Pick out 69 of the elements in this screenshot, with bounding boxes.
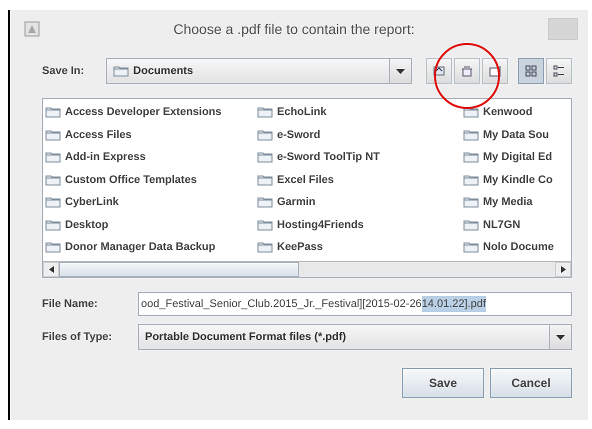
folder-icon — [257, 241, 273, 254]
app-icon — [24, 21, 40, 37]
list-view-icon-button[interactable] — [518, 58, 544, 84]
save-in-label: Save In: — [42, 64, 86, 79]
save-button[interactable]: Save — [402, 368, 484, 398]
folder-item[interactable]: NL7GN — [463, 214, 569, 236]
folder-icon — [257, 106, 273, 118]
left-arrow-icon — [48, 266, 54, 273]
folder-item[interactable]: e-Sword ToolTip NT — [257, 146, 463, 168]
file-name-field[interactable]: ood_Festival_Senior_Club.2015_Jr._Festival][2015-02-2614.01.22].pdf — [138, 292, 572, 316]
file-type-label: Files of Type: — [42, 330, 114, 345]
folder-icon — [463, 106, 479, 118]
folder-icon — [257, 128, 273, 141]
list-view-icon — [524, 64, 538, 78]
folder-item[interactable]: EchoLink — [257, 101, 463, 124]
folder-icon — [45, 174, 61, 186]
file-name-label: File Name: — [42, 296, 99, 312]
up-folder-icon-button[interactable] — [426, 58, 452, 84]
folder-icon — [463, 128, 479, 141]
folder-icon — [463, 196, 479, 208]
cancel-button[interactable]: Cancel — [490, 368, 572, 398]
folder-icon — [257, 196, 273, 208]
folder-item[interactable]: Add-in Express — [45, 146, 257, 168]
folder-icon — [463, 218, 479, 231]
folder-icon — [45, 196, 61, 208]
folder-icon — [45, 128, 61, 141]
folder-item[interactable]: Desktop — [45, 214, 257, 236]
folder-item[interactable]: KeePass — [257, 236, 463, 258]
folder-icon — [257, 174, 273, 186]
folder-icon — [257, 151, 273, 164]
window-title: Choose a .pdf file to contain the report: — [172, 20, 416, 39]
folder-item[interactable]: Custom Office Templates — [45, 168, 257, 191]
details-view-icon — [552, 64, 566, 78]
folder-icon — [257, 218, 273, 231]
folder-item[interactable]: My Media — [463, 191, 569, 214]
folder-icon — [45, 241, 61, 254]
folder-item[interactable]: Excel Files — [257, 168, 463, 191]
folder-item[interactable]: Nolo Docume — [463, 236, 569, 258]
up-folder-icon — [432, 64, 446, 78]
folder-item[interactable]: e-Sword — [257, 124, 463, 146]
folder-item[interactable]: Garmin — [257, 191, 463, 214]
folder-icon — [463, 241, 479, 254]
folder-icon — [113, 65, 130, 77]
folder-item[interactable]: My Kindle Co — [463, 168, 569, 191]
file-type-dropdown[interactable]: Portable Document Format files (*.pdf) — [138, 324, 572, 350]
dropdown-arrow-icon — [556, 334, 565, 340]
folder-icon — [463, 151, 479, 164]
folder-item[interactable]: My Data Sou — [463, 124, 569, 146]
folder-item[interactable]: Access Files — [45, 124, 257, 146]
right-arrow-icon — [560, 266, 566, 273]
scroll-thumb[interactable] — [59, 262, 299, 277]
save-in-dropdown[interactable]: Documents — [106, 58, 412, 84]
folder-icon — [45, 106, 61, 118]
dropdown-arrow-icon — [396, 68, 405, 74]
folder-icon — [45, 151, 61, 164]
scroll-right-button[interactable] — [555, 262, 571, 277]
folder-item[interactable]: Kenwood — [463, 101, 569, 124]
folder-item[interactable]: Donor Manager Data Backup — [45, 236, 257, 258]
folder-icon — [45, 218, 61, 231]
annotation-circle — [434, 43, 500, 109]
folder-item[interactable]: My Digital Ed — [463, 146, 569, 168]
horizontal-scrollbar[interactable] — [43, 261, 571, 277]
folder-item[interactable]: Hosting4Friends — [257, 214, 463, 236]
details-view-icon-button[interactable] — [546, 58, 572, 84]
folder-icon — [463, 174, 479, 186]
folder-item[interactable]: CyberLink — [45, 191, 257, 214]
folder-item[interactable]: Access Developer Extensions — [45, 101, 257, 124]
new-folder-icon-button[interactable] — [482, 58, 508, 84]
scroll-left-button[interactable] — [43, 262, 59, 277]
